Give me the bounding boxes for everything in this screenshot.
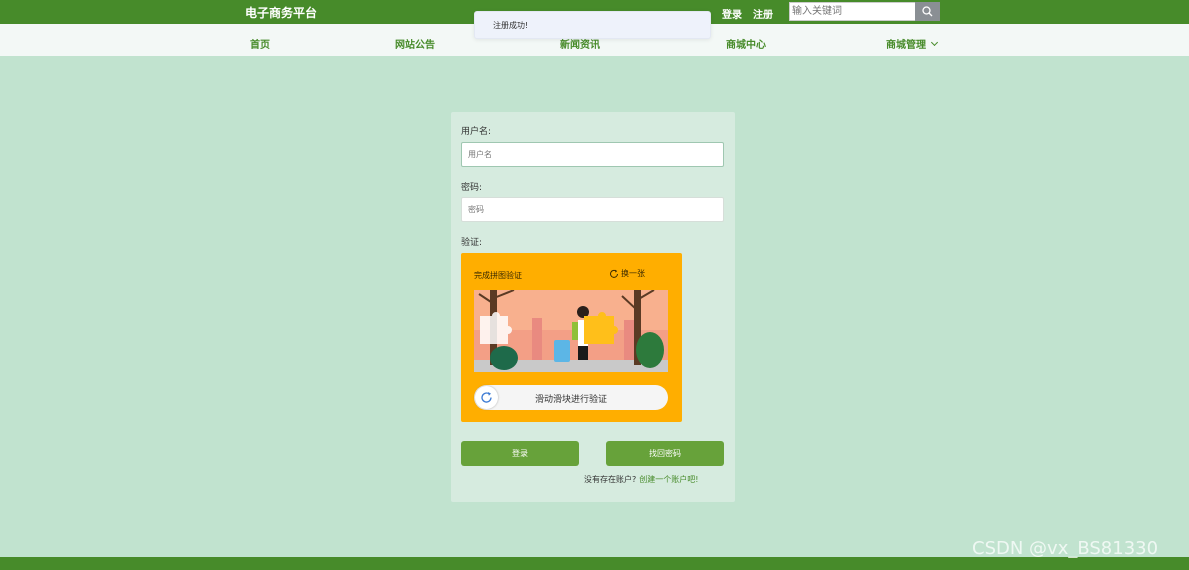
refresh-captcha-button[interactable]: 换一张 [609, 268, 645, 279]
login-card: 用户名: 密码: 验证: 完成拼图验证 换一张 [451, 112, 735, 502]
nav-item-mall-admin-label: 商城管理 [886, 40, 926, 51]
signup-prompt: 没有存在账户? 创建一个账户吧! [584, 474, 698, 485]
refresh-icon [610, 269, 618, 278]
nav-item-mall-admin[interactable]: 商城管理 [886, 36, 939, 51]
login-button[interactable]: 登录 [461, 441, 579, 466]
search-input[interactable] [789, 2, 916, 21]
captcha-slider[interactable]: 滑动滑块进行验证 [474, 385, 668, 410]
no-account-text: 没有存在账户? [584, 475, 637, 484]
search-icon [922, 6, 933, 17]
nav-item-home[interactable]: 首页 [250, 36, 270, 51]
success-toast: 注册成功! [474, 11, 711, 39]
username-field[interactable] [461, 142, 724, 167]
password-label: 密码: [461, 183, 483, 193]
site-brand[interactable]: 电子商务平台 [245, 4, 317, 21]
watermark: CSDN @vx_BS81330 [972, 538, 1159, 559]
chevron-down-icon [930, 38, 939, 47]
login-link[interactable]: 登录 [722, 6, 742, 21]
refresh-label: 换一张 [621, 269, 645, 278]
nav-item-mall-center[interactable]: 商城中心 [726, 36, 766, 51]
verify-label: 验证: [461, 238, 483, 248]
search-button[interactable] [915, 2, 940, 21]
slider-text: 滑动滑块进行验证 [534, 395, 607, 405]
puzzle-image [474, 290, 668, 372]
username-label: 用户名: [461, 127, 492, 137]
register-link[interactable]: 注册 [753, 6, 773, 21]
password-field[interactable] [461, 197, 724, 222]
toast-message: 注册成功! [493, 21, 529, 30]
nav-item-announcements[interactable]: 网站公告 [395, 36, 435, 51]
captcha-title: 完成拼图验证 [474, 271, 522, 280]
puzzle-captcha: 完成拼图验证 换一张 滑动滑块进行验证 [461, 253, 682, 422]
forgot-password-button[interactable]: 找回密码 [606, 441, 724, 466]
create-account-link[interactable]: 创建一个账户吧! [639, 475, 698, 484]
